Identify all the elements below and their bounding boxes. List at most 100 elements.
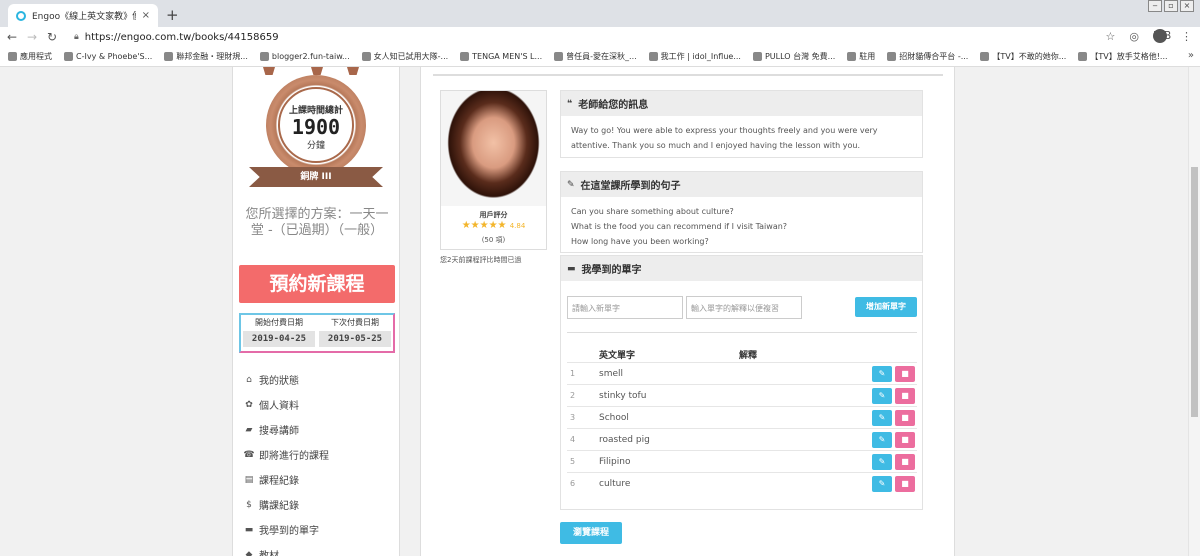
lock-icon[interactable]: 🔒︎ — [74, 32, 79, 42]
sidebar-item-label: 教材 — [259, 547, 279, 556]
scrollbar-thumb[interactable] — [1191, 167, 1198, 417]
sidebar-item-label: 即將進行的課程 — [259, 451, 329, 462]
sidebar-item[interactable]: $ 購課紀錄 — [243, 492, 393, 517]
browser-tab-bar: Engoo《線上英文家教》便宜一對 × + ‒ ▫ × — [0, 0, 1200, 27]
bookmark-favicon-icon — [554, 52, 564, 61]
vocab-word: Filipino — [599, 456, 631, 467]
trash-icon[interactable]: ■ — [895, 388, 915, 404]
book-new-lesson-button[interactable]: 預約新課程 — [239, 265, 395, 303]
bookmark-label: 【TV】放手艾格他!... — [1090, 52, 1168, 61]
bookmark-favicon-icon — [1078, 52, 1088, 61]
col-def-header: 解釋 — [739, 351, 758, 361]
sidebar-item[interactable]: ◆ 教材 — [243, 542, 393, 556]
edit-icon[interactable]: ✎ — [872, 366, 892, 382]
bookmark-favicon-icon — [164, 52, 174, 61]
browser-tab[interactable]: Engoo《線上英文家教》便宜一對 × — [8, 4, 158, 27]
address-bar: ← → ↻ 🔒︎ https://engoo.com.tw/books/4415… — [0, 27, 1200, 47]
edit-icon[interactable]: ✎ — [872, 388, 892, 404]
page-scrollbar[interactable] — [1188, 67, 1200, 556]
sidebar-item[interactable]: ☎ 即將進行的課程 — [243, 442, 393, 467]
bookmark-item[interactable]: 聯邦金融・理財規... — [164, 51, 248, 62]
home-icon: ⌂ — [246, 374, 252, 385]
reload-icon[interactable]: ↻ — [44, 30, 60, 44]
cast-icon[interactable]: ◎ — [1129, 30, 1139, 43]
table-row: 5 Filipino ✎ ■ — [567, 450, 917, 472]
table-row: 2 stinky tofu ✎ ■ — [567, 384, 917, 406]
sidebar-item[interactable]: ▬ 我學到的單字 — [243, 517, 393, 542]
vocab-word: stinky tofu — [599, 390, 647, 401]
bookmark-item[interactable]: 我工作 | idol_Influe... — [648, 51, 741, 62]
vocab-table: 英文單字 解釋 1 smell ✎ ■ 2 stinky tofu ✎ ■ 3 School ✎ ■ 4… — [567, 348, 917, 494]
sidebar-item[interactable]: ⌂ 我的狀態 — [243, 367, 393, 392]
trash-icon[interactable]: ■ — [895, 476, 915, 492]
bookmark-item[interactable]: 女人知已試用大隊-... — [361, 51, 449, 62]
bookmark-item[interactable]: blogger2.fun-taiw... — [259, 52, 350, 61]
profile-avatar[interactable]: K.B — [1153, 29, 1171, 43]
edit-icon[interactable]: ✎ — [872, 476, 892, 492]
vocab-word: School — [599, 412, 629, 423]
close-window-button[interactable]: × — [1180, 0, 1194, 12]
new-word-input[interactable]: 請輸入新單字 — [567, 296, 683, 319]
sidebar-item[interactable]: ✿ 個人資料 — [243, 392, 393, 417]
teacher-card[interactable]: 用戶評分 ★★★★★ 4.84 (50 項) — [440, 90, 547, 250]
maximize-button[interactable]: ▫ — [1164, 0, 1178, 12]
browse-lessons-button[interactable]: 瀏覽課程 — [560, 522, 622, 544]
trash-icon[interactable]: ■ — [895, 366, 915, 382]
window-controls: ‒ ▫ × — [1148, 0, 1194, 12]
trash-icon[interactable]: ■ — [895, 454, 915, 470]
bookmark-star-icon[interactable]: ☆ — [1106, 30, 1116, 43]
bookmark-label: 女人知已試用大隊-... — [373, 52, 449, 61]
bookmark-item[interactable]: 【TV】不敢的她你... — [980, 51, 1066, 62]
edit-icon[interactable]: ✎ — [872, 410, 892, 426]
tab-title: Engoo《線上英文家教》便宜一對 — [32, 12, 136, 22]
page: 上課時間總計 1900 分鐘 銅牌 III 您所選擇的方案：一天一堂 -（已過期… — [0, 67, 1200, 556]
sidebar-item-label: 我的狀態 — [259, 376, 299, 387]
star-icons: ★★★★★ — [461, 220, 507, 231]
row-actions: ✎ ■ — [872, 366, 915, 382]
bookmark-label: 聯邦金融・理財規... — [176, 52, 248, 61]
bookmark-item[interactable]: PULLO 台灣 免費... — [752, 51, 836, 62]
bronze-medal: 上課時間總計 1900 分鐘 — [266, 75, 366, 175]
bookmark-label: 我工作 | idol_Influe... — [660, 52, 741, 61]
minimize-button[interactable]: ‒ — [1148, 0, 1162, 12]
sidebar-item[interactable]: ▤ 課程紀錄 — [243, 467, 393, 492]
tag-icon: ◆ — [245, 549, 253, 556]
bookmark-item[interactable]: 曾任員-愛在深秋_... — [554, 51, 637, 62]
sidebar-item-label: 課程紀錄 — [259, 476, 299, 487]
sidebar-menu: ⌂ 我的狀態 ✿ 個人資料 ▰ 搜尋講師 ☎ 即將進行的課程 ▤ 課程紀錄 $ 購課紀錄 ▬ 我學到的單字… — [243, 367, 393, 556]
pencil-icon: ✎ — [567, 179, 575, 190]
bookmark-label: PULLO 台灣 免費... — [764, 52, 836, 61]
back-arrow-icon[interactable]: ← — [4, 30, 20, 44]
new-tab-button[interactable]: + — [166, 6, 179, 24]
sidebar-item-label: 搜尋講師 — [259, 426, 299, 437]
edit-icon[interactable]: ✎ — [872, 432, 892, 448]
bookmark-item[interactable]: 招財貓傳合平台 -... — [887, 51, 968, 62]
sentence-item: Can you share something about culture? — [571, 207, 734, 216]
bookmark-item[interactable]: 【TV】放手艾格他!... — [1078, 51, 1168, 62]
start-date-value: 2019-04-25 — [243, 331, 315, 347]
edit-icon[interactable]: ✎ — [872, 454, 892, 470]
bookmarks-overflow-icon[interactable]: » — [1188, 50, 1194, 61]
forward-arrow-icon[interactable]: → — [24, 30, 40, 44]
row-number: 1 — [570, 369, 576, 378]
sentence-item: How long have you been working? — [571, 237, 709, 246]
bookmark-item[interactable]: C-Ivy & Phoebe'S... — [64, 52, 152, 61]
bookmark-item[interactable]: 應用程式 — [8, 51, 52, 62]
bookmark-label: blogger2.fun-taiw... — [271, 52, 350, 61]
tab-close-icon[interactable]: × — [142, 10, 150, 21]
rating-stars: ★★★★★ 4.84 — [441, 220, 546, 231]
trash-icon[interactable]: ■ — [895, 410, 915, 426]
teacher-photo[interactable] — [441, 91, 546, 206]
definition-input[interactable]: 輸入單字的解釋以便複習 — [686, 296, 802, 319]
vocab-word: roasted pig — [599, 434, 650, 445]
vocab-table-header: 英文單字 解釋 — [567, 348, 917, 362]
url-field[interactable]: https://engoo.com.tw/books/44158659 — [85, 32, 279, 43]
bookmark-item[interactable]: 駐用 — [847, 51, 875, 62]
bookmark-item[interactable]: TENGA MEN'S L... — [460, 52, 542, 61]
row-actions: ✎ ■ — [872, 388, 915, 404]
bookmark-favicon-icon — [361, 52, 371, 61]
menu-dots-icon[interactable]: ⋮ — [1181, 30, 1192, 43]
sidebar-item[interactable]: ▰ 搜尋講師 — [243, 417, 393, 442]
trash-icon[interactable]: ■ — [895, 432, 915, 448]
add-word-button[interactable]: 增加新單字 — [855, 297, 917, 317]
